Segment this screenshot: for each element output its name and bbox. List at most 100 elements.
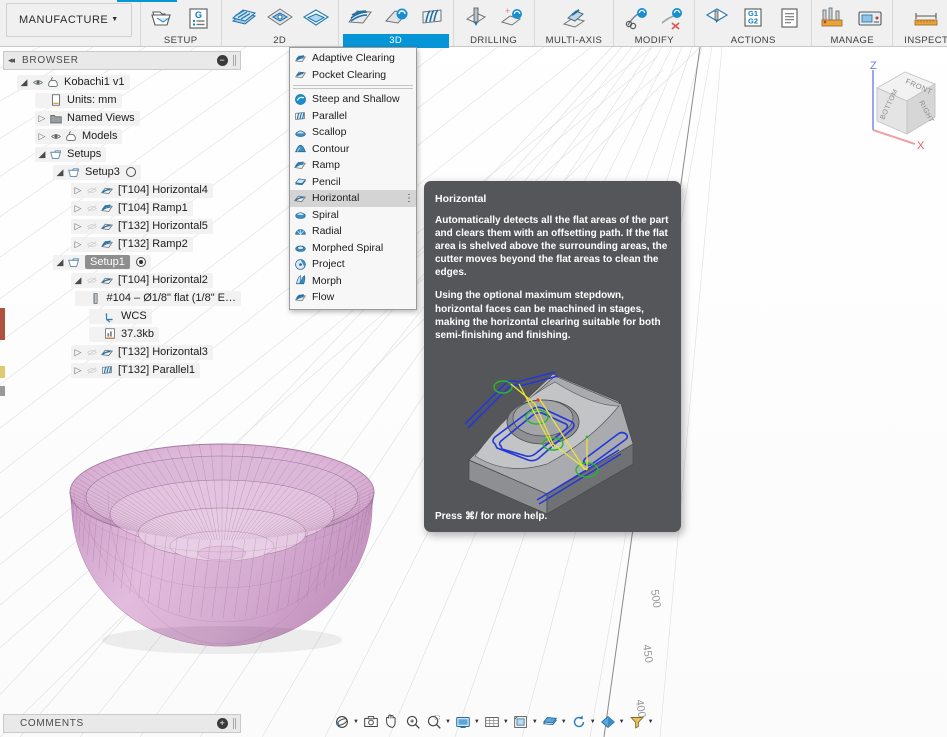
grid-snap-icon[interactable] bbox=[483, 713, 501, 731]
tree-item-t104-ramp1[interactable]: [T104] Ramp1 bbox=[3, 199, 241, 217]
comments-panel[interactable]: COMMENTS + bbox=[3, 714, 241, 733]
pocket-2d-icon[interactable] bbox=[263, 3, 297, 34]
menu-item-steep-and-shallow[interactable]: Steep and Shallow bbox=[290, 91, 416, 108]
menu-3d-toolpaths[interactable]: Adaptive Clearing Pocket Clearing Steep an… bbox=[289, 47, 417, 310]
chevron-right-icon[interactable] bbox=[72, 239, 84, 250]
eye-off-icon[interactable] bbox=[84, 275, 99, 286]
tree-item-content[interactable]: [T104] Horizontal4 bbox=[71, 182, 213, 198]
tree-item-units-mm[interactable]: Units: mm bbox=[3, 91, 241, 109]
filter-icon[interactable] bbox=[628, 713, 646, 731]
ribbon-label-inspect[interactable]: INSPECT bbox=[898, 34, 947, 48]
ribbon-label-2d[interactable]: 2D bbox=[267, 34, 292, 48]
ribbon-group-manage[interactable]: MANAGE bbox=[812, 0, 894, 46]
tree-item-t132-ramp2[interactable]: [T132] Ramp2 bbox=[3, 235, 241, 253]
workspace-switcher[interactable]: MANUFACTURE ▼ bbox=[0, 0, 141, 46]
face-icon[interactable] bbox=[227, 3, 261, 34]
gcode-icon[interactable]: G bbox=[182, 3, 216, 34]
chevron-right-icon[interactable] bbox=[36, 113, 48, 124]
display-settings-button[interactable]: ▼ bbox=[453, 712, 481, 732]
orbit-icon[interactable] bbox=[333, 713, 351, 731]
ribbon-label-actions[interactable]: ACTIONS bbox=[725, 34, 782, 48]
active-setup-radio[interactable] bbox=[125, 167, 136, 177]
kebab-menu-icon[interactable]: ⋮ bbox=[404, 193, 414, 203]
tree-item-setup1[interactable]: Setup1 bbox=[3, 253, 241, 271]
ribbon-group-actions[interactable]: G1 G2 ACTIONS bbox=[695, 0, 813, 48]
tree-item-t104-horizontal4[interactable]: [T104] Horizontal4 bbox=[3, 181, 241, 199]
tree-item-wcs[interactable]: WCS bbox=[3, 307, 241, 325]
setup-folder-icon[interactable] bbox=[146, 3, 180, 34]
tree-item-104-1-8-flat-1-8-e[interactable]: #104 – Ø1/8" flat (1/8" E… bbox=[3, 289, 241, 307]
eye-off-icon[interactable] bbox=[84, 239, 99, 250]
chevron-down-icon[interactable]: ▼ bbox=[532, 719, 538, 725]
refresh-icon[interactable] bbox=[570, 713, 588, 731]
tree-item-content[interactable]: Kobachi1 v1 bbox=[17, 74, 130, 90]
tool-library-icon[interactable] bbox=[817, 3, 851, 34]
tree-item-t104-horizontal2[interactable]: [T104] Horizontal2 bbox=[3, 271, 241, 289]
ribbon-group-3d[interactable]: 3D bbox=[339, 0, 454, 48]
appearance-button[interactable]: ▼ bbox=[598, 712, 626, 732]
tree-item-kobachi1-v1[interactable]: Kobachi1 v1 bbox=[3, 73, 241, 91]
tree-item-content[interactable]: [T132] Horizontal5 bbox=[71, 218, 213, 234]
menu-item-morphed-spiral[interactable]: Morphed Spiral bbox=[290, 240, 416, 257]
chevron-down-icon[interactable]: ▼ bbox=[648, 719, 654, 725]
tree-item-content[interactable]: Units: mm bbox=[35, 92, 122, 108]
eye-off-icon[interactable] bbox=[84, 185, 99, 196]
chevron-right-icon[interactable] bbox=[72, 347, 84, 358]
ribbon-group-modify[interactable]: MODIFY bbox=[614, 0, 696, 48]
simulate-icon[interactable] bbox=[700, 3, 734, 34]
menu-item-ramp[interactable]: Ramp bbox=[290, 157, 416, 174]
viewports-button[interactable]: ▼ bbox=[511, 712, 539, 732]
pan-icon[interactable] bbox=[383, 713, 401, 731]
zoom-button[interactable]: ▼ bbox=[424, 712, 452, 732]
look-at-icon[interactable] bbox=[362, 713, 380, 731]
kobachi-bowl-mesh[interactable] bbox=[62, 440, 382, 715]
zoom-window-button[interactable] bbox=[403, 712, 423, 732]
eye-off-icon[interactable] bbox=[84, 365, 99, 376]
eye-icon[interactable] bbox=[30, 77, 45, 88]
menu-item-horizontal[interactable]: Horizontal ⋮ bbox=[290, 190, 416, 207]
refresh-button[interactable]: ▼ bbox=[569, 712, 597, 732]
display-settings-icon[interactable] bbox=[454, 713, 472, 731]
chevron-right-icon[interactable] bbox=[72, 203, 84, 214]
zoom-icon[interactable] bbox=[425, 713, 443, 731]
multiaxis-icon[interactable] bbox=[557, 3, 591, 34]
menu-item-pocket-clearing[interactable]: Pocket Clearing bbox=[290, 67, 416, 84]
viewports-icon[interactable] bbox=[512, 713, 530, 731]
browser-panel[interactable]: ◂◂ BROWSER − Kobachi1 v1 Units: mm Named V… bbox=[3, 51, 241, 379]
pan-button[interactable] bbox=[382, 712, 402, 732]
menu-item-morph[interactable]: Morph bbox=[290, 273, 416, 290]
chevron-down-icon[interactable]: ▼ bbox=[619, 719, 625, 725]
tree-item-content[interactable]: [T132] Ramp2 bbox=[71, 236, 193, 252]
tree-item-content[interactable]: Setup3 bbox=[53, 164, 141, 180]
chevron-down-icon[interactable]: ▼ bbox=[561, 719, 567, 725]
tree-item-setup3[interactable]: Setup3 bbox=[3, 163, 241, 181]
ribbon-toolbar[interactable]: MANUFACTURE ▼ G SETUP 2D 3D + DRILLING M… bbox=[0, 0, 947, 48]
browser-tree[interactable]: Kobachi1 v1 Units: mm Named Views Models Set… bbox=[3, 70, 241, 379]
delete-toolpath-icon[interactable] bbox=[655, 3, 689, 34]
tree-item-content[interactable]: [T132] Horizontal3 bbox=[71, 344, 213, 360]
chevron-down-icon[interactable] bbox=[54, 257, 66, 268]
measure-icon[interactable] bbox=[909, 3, 943, 34]
ribbon-label-multiaxis[interactable]: MULTI-AXIS bbox=[540, 34, 609, 48]
look-at-button[interactable] bbox=[361, 712, 381, 732]
eye-off-icon[interactable] bbox=[84, 221, 99, 232]
chamfer-2d-icon[interactable] bbox=[299, 3, 333, 34]
drill-icon[interactable] bbox=[459, 3, 493, 34]
chevron-right-icon[interactable] bbox=[72, 185, 84, 196]
expand-icon[interactable]: + bbox=[217, 718, 228, 729]
tree-item-models[interactable]: Models bbox=[3, 127, 241, 145]
menu-item-parallel[interactable]: Parallel bbox=[290, 108, 416, 125]
menu-item-spiral[interactable]: Spiral bbox=[290, 207, 416, 224]
edge-tab-gray[interactable] bbox=[0, 386, 5, 396]
viewcube[interactable]: Z X FRONT RIGHT BOTTOM bbox=[843, 58, 943, 153]
post-process-icon[interactable]: G1 G2 bbox=[736, 3, 770, 34]
ribbon-label-modify[interactable]: MODIFY bbox=[629, 34, 680, 48]
active-setup-radio-selected[interactable] bbox=[135, 257, 146, 267]
ribbon-label-drilling[interactable]: DRILLING bbox=[464, 34, 523, 48]
chevron-down-icon[interactable] bbox=[72, 275, 84, 286]
view-navigation-bar[interactable]: ▼ ▼ ▼ ▼ ▼ ▼ ▼ ▼ ▼ bbox=[332, 711, 655, 733]
chevron-down-icon[interactable]: ▼ bbox=[590, 719, 596, 725]
setup-sheet-icon[interactable] bbox=[772, 3, 806, 34]
ribbon-group-drilling[interactable]: + DRILLING bbox=[454, 0, 535, 46]
filter-button[interactable]: ▼ bbox=[627, 712, 655, 732]
